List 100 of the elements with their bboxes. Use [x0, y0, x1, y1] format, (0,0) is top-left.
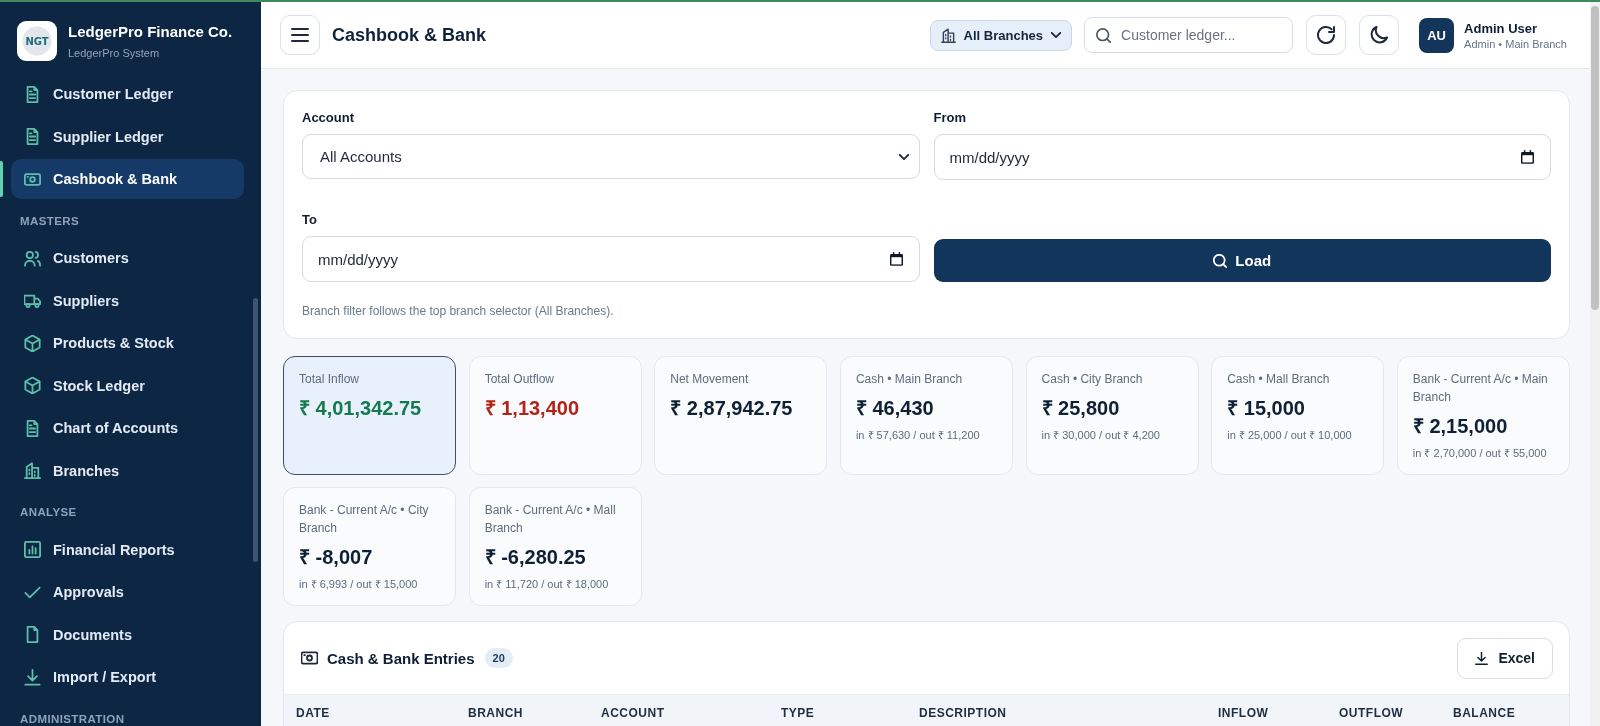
account-select[interactable]: All Accounts: [302, 134, 920, 179]
column-header[interactable]: DATE: [296, 706, 330, 720]
search-icon: [1096, 27, 1112, 43]
sidebar-item[interactable]: Suppliers: [11, 280, 244, 321]
filter-note: Branch filter follows the top branch selector (All Branches).: [302, 304, 615, 318]
building-icon: [24, 462, 41, 479]
document-icon: [24, 85, 41, 103]
sidebar-item[interactable]: Chart of Accounts: [11, 408, 244, 448]
stat-label: Cash • Main Branch: [855, 371, 964, 388]
search-field[interactable]: Customer ledger...: [1084, 17, 1294, 53]
banknote-icon: [301, 651, 318, 665]
stat-card[interactable]: Cash • City Branch ₹ 25,800 in ₹ 30,000 / out ₹ 4,200: [1025, 356, 1199, 475]
stat-label: Bank - Current A/c • Main Branch: [1412, 371, 1549, 406]
stat-card[interactable]: Net Movement ₹ 2,87,942.75: [654, 356, 828, 475]
scrollbar-thumb[interactable]: [253, 298, 258, 562]
sidebar-item[interactable]: Import / Export: [11, 657, 244, 697]
stat-label: Bank - Current A/c • Mall Branch: [484, 502, 617, 537]
sidebar-section-heading: MASTERS: [19, 213, 81, 229]
stat-detail: in ₹ 25,000 / out ₹ 10,000: [1227, 428, 1353, 443]
stat-value: ₹ 2,15,000: [1412, 414, 1509, 439]
excel-export-button[interactable]: Excel: [1457, 637, 1553, 679]
stat-card[interactable]: Total Inflow ₹ 4,01,342.75: [283, 356, 457, 475]
building-icon: [940, 27, 956, 43]
column-header[interactable]: BALANCE: [1453, 706, 1516, 720]
field-label: Account: [302, 110, 355, 126]
column-header[interactable]: DESCRIPTION: [919, 706, 1007, 720]
stat-value: ₹ 46,430: [855, 396, 935, 421]
chevron-down-icon: [898, 153, 909, 160]
users-icon: [24, 249, 41, 267]
download-icon: [24, 668, 41, 686]
brand-logo: NGT: [17, 21, 57, 61]
date-field[interactable]: mm/dd/yyyy: [302, 236, 920, 282]
file-icon: [24, 626, 41, 643]
sidebar-item[interactable]: Financial Reports: [11, 529, 244, 570]
stat-value: ₹ 15,000: [1227, 396, 1306, 421]
chevron-down-icon: [1051, 32, 1062, 38]
user-role: Admin • Main Branch: [1464, 37, 1567, 50]
column-header[interactable]: ACCOUNT: [601, 706, 665, 720]
sidebar-item[interactable]: Branches: [11, 450, 244, 491]
field-label: From: [933, 110, 967, 126]
stat-label: Total Inflow: [299, 371, 361, 388]
stat-detail: in ₹ 30,000 / out ₹ 4,200: [1041, 428, 1161, 443]
stat-card[interactable]: Total Outflow ₹ 1,13,400: [468, 356, 642, 475]
truck-icon: [24, 292, 41, 309]
stat-label: Net Movement: [670, 371, 750, 388]
field-label: To: [302, 212, 318, 228]
cube-icon: [24, 334, 41, 352]
stat-card[interactable]: Cash • Main Branch ₹ 46,430 in ₹ 57,630 / out ₹ 11,200: [839, 356, 1014, 475]
stat-value: ₹ 25,800: [1041, 396, 1121, 421]
column-header[interactable]: BRANCH: [468, 706, 523, 720]
theme-toggle-button[interactable]: [1359, 15, 1400, 55]
menu-button[interactable]: [280, 15, 320, 55]
stat-card[interactable]: Bank - Current A/c • City Branch ₹ -8,007 in ₹ 6,993 / out ₹ 15,000: [283, 487, 457, 606]
column-header[interactable]: OUTFLOW: [1339, 706, 1404, 720]
document-icon: [24, 419, 41, 437]
download-icon: [1475, 651, 1489, 665]
sidebar-item[interactable]: Customer Ledger: [11, 74, 244, 114]
stat-label: Cash • City Branch: [1041, 371, 1144, 388]
column-header[interactable]: TYPE: [781, 706, 815, 720]
refresh-icon: [1317, 26, 1336, 44]
stat-label: Bank - Current A/c • City Branch: [299, 502, 430, 537]
stat-value: ₹ -6,280.25: [484, 545, 587, 570]
brand-name: LedgerPro Finance Co.: [68, 23, 233, 40]
search-icon: [1213, 253, 1228, 268]
scrollbar-thumb[interactable]: [1591, 6, 1599, 310]
stat-card[interactable]: Cash • Mall Branch ₹ 15,000 in ₹ 25,000 / out ₹ 10,000: [1211, 356, 1385, 475]
sidebar-section-heading: ANALYSE: [19, 505, 78, 520]
user-avatar[interactable]: AU: [1419, 17, 1455, 53]
column-header[interactable]: INFLOW: [1218, 706, 1269, 720]
branch-selector[interactable]: All Branches: [929, 19, 1073, 51]
stat-detail: in ₹ 57,630 / out ₹ 11,200: [855, 428, 981, 443]
stat-detail: in ₹ 6,993 / out ₹ 15,000: [299, 577, 419, 592]
cube-icon: [24, 377, 41, 394]
sidebar-item[interactable]: Approvals: [11, 572, 244, 612]
card-title: Cash & Bank Entries: [327, 649, 475, 667]
user-name: Admin User: [1464, 20, 1539, 36]
sidebar-item[interactable]: Supplier Ledger: [11, 116, 244, 157]
page-title: Cashbook & Bank: [332, 24, 487, 46]
sidebar-section-heading: ADMINISTRATION: [19, 711, 126, 726]
active-indicator: [0, 161, 3, 197]
stat-card[interactable]: Bank - Current A/c • Mall Branch ₹ -6,280.25 in ₹ 11,720 / out ₹ 18,000: [468, 487, 642, 606]
sidebar-item[interactable]: Documents: [11, 614, 244, 655]
refresh-button[interactable]: [1306, 15, 1347, 55]
sidebar-item[interactable]: Products & Stock: [11, 323, 244, 363]
brand-subtitle: LedgerPro System: [68, 47, 161, 59]
document-icon: [24, 128, 41, 145]
date-field[interactable]: mm/dd/yyyy: [933, 134, 1551, 180]
stat-value: ₹ -8,007: [299, 545, 374, 570]
stat-detail: in ₹ 2,70,000 / out ₹ 55,000: [1412, 446, 1548, 461]
stat-label: Cash • Mall Branch: [1227, 371, 1331, 388]
stat-detail: in ₹ 11,720 / out ₹ 18,000: [484, 577, 610, 592]
load-button[interactable]: Load: [933, 239, 1551, 282]
bar-chart-icon: [24, 541, 41, 558]
sidebar-item[interactable]: Stock Ledger: [11, 365, 244, 406]
sidebar-item[interactable]: Customers: [11, 238, 244, 278]
stat-value: ₹ 2,87,942.75: [670, 396, 794, 421]
banknote-icon: [24, 170, 41, 188]
menu-icon: [291, 26, 309, 44]
count-badge: 20: [484, 648, 513, 668]
stat-card[interactable]: Bank - Current A/c • Main Branch ₹ 2,15,000 in ₹ 2,70,000 / out ₹ 55,000: [1396, 356, 1570, 475]
